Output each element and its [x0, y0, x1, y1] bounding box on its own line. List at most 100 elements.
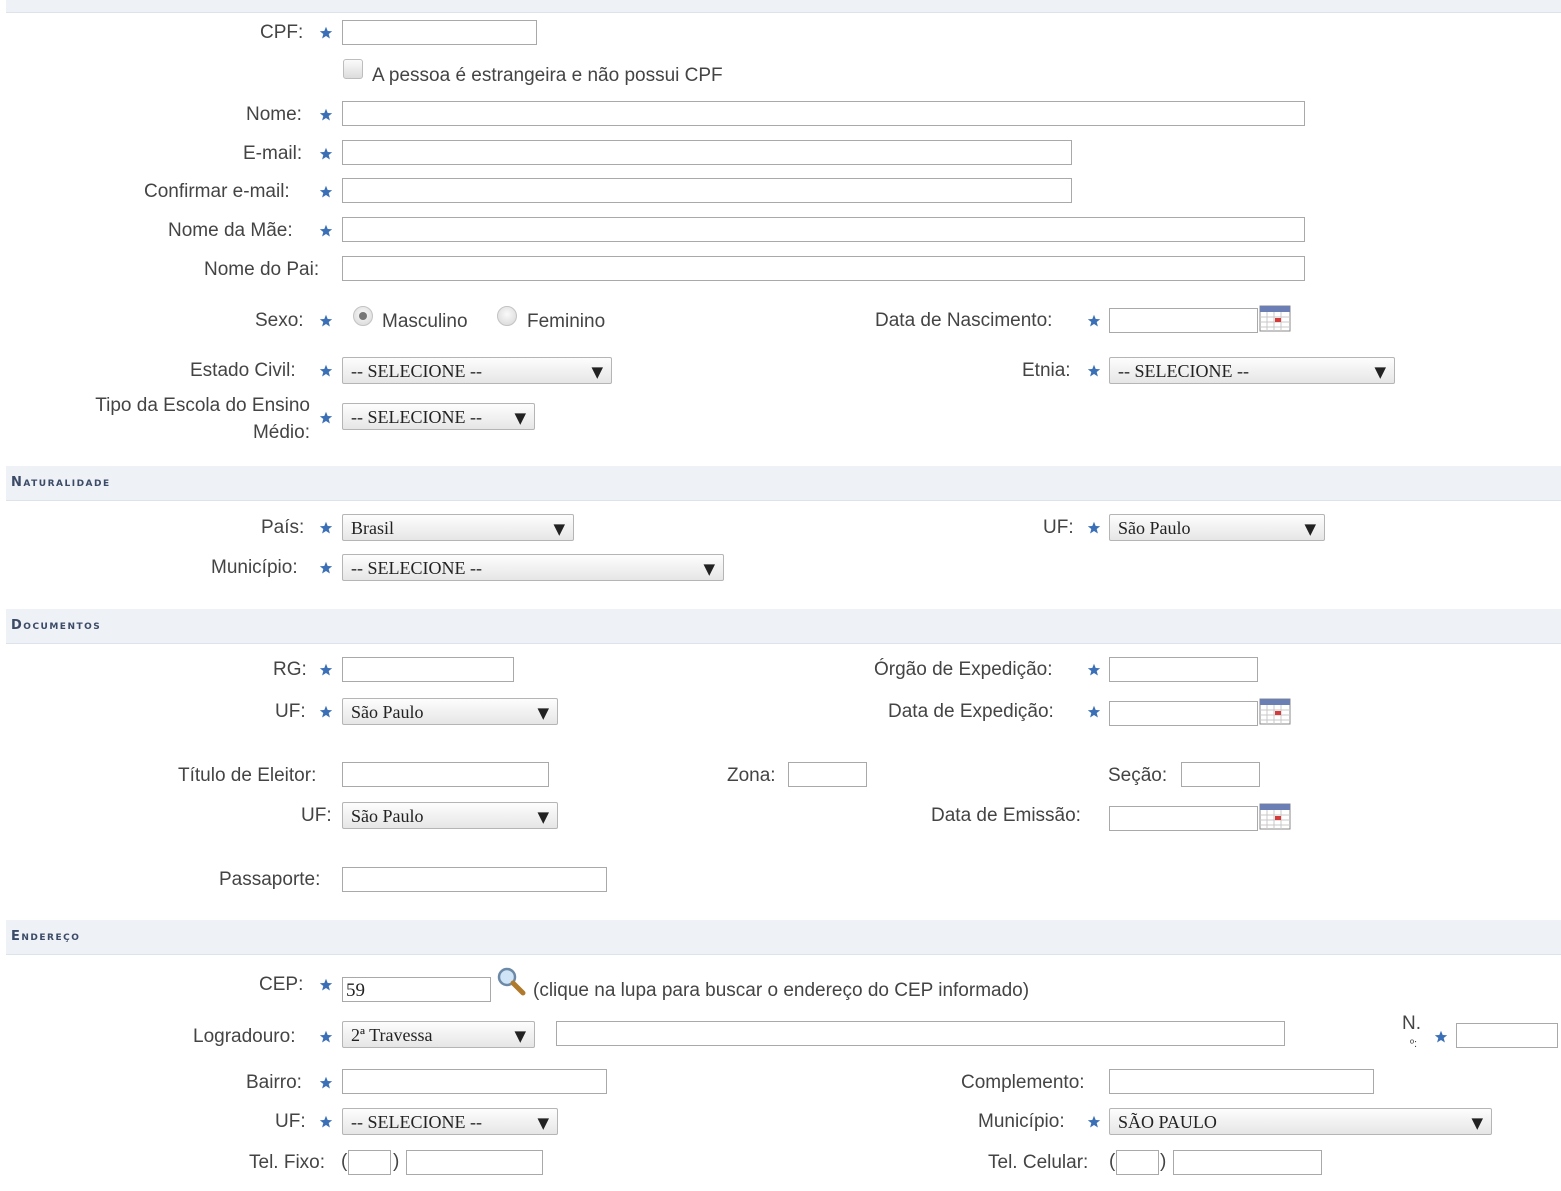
municipio-select[interactable]: -- SELECIONE -- ▼: [342, 554, 724, 581]
confirmar-email-input[interactable]: [342, 178, 1072, 203]
data-nascimento-input[interactable]: [1109, 308, 1258, 333]
required-star-icon: [319, 411, 333, 425]
data-expedicao-input[interactable]: [1109, 701, 1258, 726]
rg-input[interactable]: [342, 657, 514, 682]
zona-label: Zona:: [727, 765, 776, 786]
numero-label-line1: N.: [1402, 1013, 1421, 1034]
required-star-icon: [319, 224, 333, 238]
endereco-uf-select[interactable]: -- SELECIONE -- ▼: [342, 1108, 558, 1135]
dropdown-arrow-icon: ▼: [514, 409, 526, 427]
municipio-label: Município:: [211, 557, 298, 578]
logradouro-label: Logradouro:: [193, 1026, 296, 1047]
rg-label: RG:: [273, 659, 307, 680]
nome-input[interactable]: [342, 101, 1305, 126]
required-star-icon: [1087, 521, 1101, 535]
naturalidade-section-header: Naturalidade: [6, 466, 1561, 501]
sexo-masculino-radio[interactable]: [353, 306, 373, 326]
required-star-icon: [319, 1115, 333, 1129]
nome-label: Nome:: [246, 104, 302, 125]
documentos-title: Documentos: [11, 618, 102, 633]
etnia-label: Etnia:: [1022, 360, 1071, 381]
secao-label: Seção:: [1108, 765, 1168, 786]
passaporte-label: Passaporte:: [219, 869, 321, 890]
estado-civil-select[interactable]: -- SELECIONE -- ▼: [342, 357, 612, 384]
cpf-label: CPF:: [260, 22, 304, 43]
titulo-eleitor-input[interactable]: [342, 762, 549, 787]
tel-fixo-ddd-input[interactable]: [348, 1150, 391, 1175]
required-star-icon: [319, 521, 333, 535]
bairro-label: Bairro:: [246, 1072, 302, 1093]
municipio-value: -- SELECIONE --: [351, 558, 482, 578]
required-star-icon: [1087, 314, 1101, 328]
logradouro-tipo-value: 2ª Travessa: [351, 1025, 433, 1045]
tel-celular-input[interactable]: [1173, 1150, 1322, 1175]
dropdown-arrow-icon: ▼: [537, 704, 549, 722]
cep-hint: (clique na lupa para buscar o endereço d…: [533, 980, 1030, 1001]
pais-select[interactable]: Brasil ▼: [342, 514, 574, 541]
email-input[interactable]: [342, 140, 1072, 165]
naturalidade-title: Naturalidade: [11, 475, 111, 490]
tel-fixo-close-paren: ): [393, 1151, 400, 1172]
bairro-input[interactable]: [342, 1069, 607, 1094]
naturalidade-uf-label: UF:: [1043, 517, 1074, 538]
dropdown-arrow-icon: ▼: [1304, 520, 1316, 538]
calendar-icon[interactable]: [1259, 304, 1291, 332]
tipo-escola-select[interactable]: -- SELECIONE -- ▼: [342, 403, 535, 430]
data-emissao-input[interactable]: [1109, 806, 1258, 831]
zona-input[interactable]: [788, 762, 867, 787]
magnifier-icon[interactable]: [496, 966, 526, 996]
required-star-icon: [319, 147, 333, 161]
required-star-icon: [319, 978, 333, 992]
sexo-feminino-radio[interactable]: [497, 306, 517, 326]
titulo-uf-label: UF:: [301, 805, 332, 826]
endereco-section-header: Endereço: [6, 920, 1561, 955]
required-star-icon: [319, 364, 333, 378]
cep-input[interactable]: 59: [342, 977, 491, 1002]
nome-mae-input[interactable]: [342, 217, 1305, 242]
required-star-icon: [1087, 1115, 1101, 1129]
dropdown-arrow-icon: ▼: [537, 808, 549, 826]
required-star-icon: [1087, 364, 1101, 378]
titulo-eleitor-label: Título de Eleitor:: [178, 765, 317, 786]
tel-celular-close-paren: ): [1160, 1151, 1167, 1172]
logradouro-tipo-select[interactable]: 2ª Travessa ▼: [342, 1021, 535, 1048]
required-star-icon: [1087, 705, 1101, 719]
orgao-expedicao-input[interactable]: [1109, 657, 1258, 682]
data-emissao-label: Data de Emissão:: [931, 805, 1081, 826]
passaporte-input[interactable]: [342, 867, 607, 892]
estrangeiro-checkbox[interactable]: [343, 59, 363, 79]
pais-label: País:: [261, 517, 305, 538]
naturalidade-uf-select[interactable]: São Paulo ▼: [1109, 514, 1325, 541]
tipo-escola-label-line1: Tipo da Escola do Ensino: [95, 395, 310, 416]
tel-celular-ddd-input[interactable]: [1116, 1150, 1159, 1175]
naturalidade-uf-value: São Paulo: [1118, 518, 1191, 538]
cpf-input[interactable]: [342, 20, 537, 45]
orgao-expedicao-label: Órgão de Expedição:: [874, 659, 1053, 680]
nome-pai-label: Nome do Pai:: [204, 259, 320, 280]
estado-civil-label: Estado Civil:: [190, 360, 296, 381]
calendar-icon[interactable]: [1259, 697, 1291, 725]
nome-pai-input[interactable]: [342, 256, 1305, 281]
complemento-label: Complemento:: [961, 1072, 1085, 1093]
tel-fixo-input[interactable]: [406, 1150, 543, 1175]
endereco-municipio-label: Município:: [978, 1111, 1065, 1132]
rg-uf-value: São Paulo: [351, 702, 424, 722]
numero-label-line2: º:: [1410, 1038, 1418, 1050]
tel-fixo-open-paren: (: [341, 1151, 348, 1172]
numero-input[interactable]: [1456, 1023, 1558, 1048]
logradouro-input[interactable]: [556, 1021, 1285, 1046]
pais-value: Brasil: [351, 518, 394, 538]
complemento-input[interactable]: [1109, 1069, 1374, 1094]
calendar-icon[interactable]: [1259, 802, 1291, 830]
rg-uf-label: UF:: [275, 701, 306, 722]
secao-input[interactable]: [1181, 762, 1260, 787]
endereco-municipio-select[interactable]: SÃO PAULO ▼: [1109, 1108, 1492, 1135]
rg-uf-select[interactable]: São Paulo ▼: [342, 698, 558, 725]
email-label: E-mail:: [243, 143, 303, 164]
titulo-uf-select[interactable]: São Paulo ▼: [342, 802, 558, 829]
dropdown-arrow-icon: ▼: [1471, 1114, 1483, 1132]
required-star-icon: [319, 108, 333, 122]
etnia-select[interactable]: -- SELECIONE -- ▼: [1109, 357, 1395, 384]
titulo-uf-value: São Paulo: [351, 806, 424, 826]
sexo-masculino-label: Masculino: [382, 311, 468, 332]
